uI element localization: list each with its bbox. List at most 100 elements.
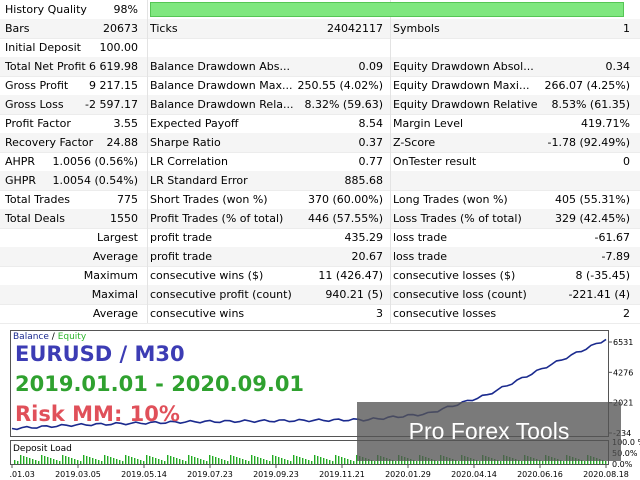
overlay-risk: Risk MM: 10% — [15, 402, 180, 426]
load-bar — [374, 461, 376, 464]
load-bar — [179, 459, 181, 464]
stat-value: 9 217.15 — [89, 79, 138, 92]
load-bar — [266, 460, 268, 464]
load-bar — [155, 458, 157, 464]
load-bar — [44, 456, 46, 464]
load-bar — [173, 457, 175, 464]
stat-value — [480, 171, 630, 190]
stat-value: 11 (426.47) — [318, 269, 383, 282]
load-bar — [56, 460, 58, 464]
y-tick-label: 4276 — [613, 368, 633, 377]
load-bar — [344, 458, 346, 464]
load-bar — [302, 458, 304, 464]
load-bar — [332, 461, 334, 464]
stat-value: 370 (60.00%) — [307, 193, 383, 206]
load-bar — [14, 460, 16, 464]
stat-value: 20673 — [103, 22, 138, 35]
stat-value: 6 619.98 — [89, 60, 138, 73]
legend-equity: Equity — [57, 332, 87, 342]
load-bar — [353, 461, 355, 464]
load-bar — [230, 455, 232, 464]
stat-value — [480, 38, 630, 57]
load-bar — [275, 456, 277, 464]
load-bar — [140, 460, 142, 464]
stats-row: Recovery Factor 24.88 Sharpe Ratio 0.37 Z-Sc… — [0, 133, 640, 153]
stat-value: Maximal — [91, 288, 138, 301]
load-bar — [101, 461, 103, 464]
column-divider — [147, 0, 148, 323]
load-bar — [239, 458, 241, 464]
load-bar — [146, 455, 148, 464]
stat-value: 100.00 — [99, 41, 139, 54]
stat-value: Average — [92, 307, 138, 320]
load-bar — [458, 461, 460, 464]
stats-row: Average consecutive wins 3 consecutive loss… — [0, 304, 640, 324]
load-bar — [119, 460, 121, 464]
column-divider — [390, 0, 391, 323]
load-bar — [107, 456, 109, 464]
load-bar — [104, 455, 106, 464]
load-bar — [269, 461, 271, 464]
load-bar — [200, 459, 202, 464]
load-bar — [233, 456, 235, 464]
stat-value: 8 (-35.45) — [575, 269, 630, 282]
stats-row: Initial Deposit 100.00 — [0, 38, 640, 58]
load-bar — [158, 459, 160, 464]
load-bar — [236, 457, 238, 464]
stat-value: 98% — [113, 3, 138, 16]
stat-value: 435.29 — [344, 231, 384, 244]
load-bar — [20, 455, 22, 464]
load-bar — [188, 455, 190, 464]
load-bar — [479, 461, 481, 464]
load-bar — [221, 459, 223, 464]
deposit-load-label: Deposit Load — [13, 444, 72, 454]
x-tick-label: 2020.04.14 — [451, 470, 497, 479]
stats-row: Gross Profit 9 217.15 Balance Drawdown Max… — [0, 76, 640, 96]
load-bar — [350, 460, 352, 464]
stats-row: Total Net Profit 6 619.98 Balance Drawdown… — [0, 57, 640, 77]
stat-value: 8.54 — [358, 117, 384, 130]
stat-value: 8.32% (59.63) — [304, 98, 383, 111]
load-bar — [89, 457, 91, 464]
load-bar — [251, 455, 253, 464]
load-bar — [65, 456, 67, 464]
stat-value: 0.77 — [358, 155, 384, 168]
load-bar — [83, 455, 85, 464]
load-bar — [254, 456, 256, 464]
stat-value: 20.67 — [351, 250, 384, 263]
load-bar — [293, 455, 295, 464]
y-tick-label: 6531 — [613, 338, 633, 347]
load-bar — [290, 461, 292, 464]
load-bar — [296, 456, 298, 464]
x-tick-label: 2019.09.23 — [253, 470, 299, 479]
stat-value: 24.88 — [106, 136, 139, 149]
stat-value: 0.09 — [358, 60, 384, 73]
stats-row: Maximal consecutive profit (count) 940.21 … — [0, 285, 640, 305]
load-bar — [272, 455, 274, 464]
stat-value: 266.07 (4.25%) — [544, 79, 630, 92]
stats-row: Profit Factor 3.55 Expected Payoff 8.54 Marg… — [0, 114, 640, 134]
load-bar — [206, 461, 208, 464]
stat-value: Maximum — [83, 269, 138, 282]
stat-value: 3.55 — [113, 117, 139, 130]
stats-row: Maximum consecutive wins ($) 11 (426.47) co… — [0, 266, 640, 286]
load-bar — [227, 461, 229, 464]
stat-value: 3 — [376, 307, 383, 320]
stat-value: 329 (42.45%) — [554, 212, 630, 225]
stats-row: Total Trades 775 Short Trades (won %) 370 (… — [0, 190, 640, 210]
load-bar — [95, 459, 97, 464]
stat-value: 885.68 — [344, 174, 384, 187]
stat-value: 1 — [623, 22, 630, 35]
load-bar — [281, 458, 283, 464]
load-bar — [32, 459, 34, 464]
load-bar — [278, 457, 280, 464]
load-bar — [416, 461, 418, 464]
load-bar — [308, 460, 310, 464]
stat-value: Average — [92, 250, 138, 263]
load-bar — [326, 459, 328, 464]
legend-balance: Balance — [13, 332, 49, 342]
load-bar — [71, 458, 73, 464]
load-bar — [17, 461, 19, 464]
load-bar — [29, 458, 31, 464]
load-bar — [113, 458, 115, 464]
